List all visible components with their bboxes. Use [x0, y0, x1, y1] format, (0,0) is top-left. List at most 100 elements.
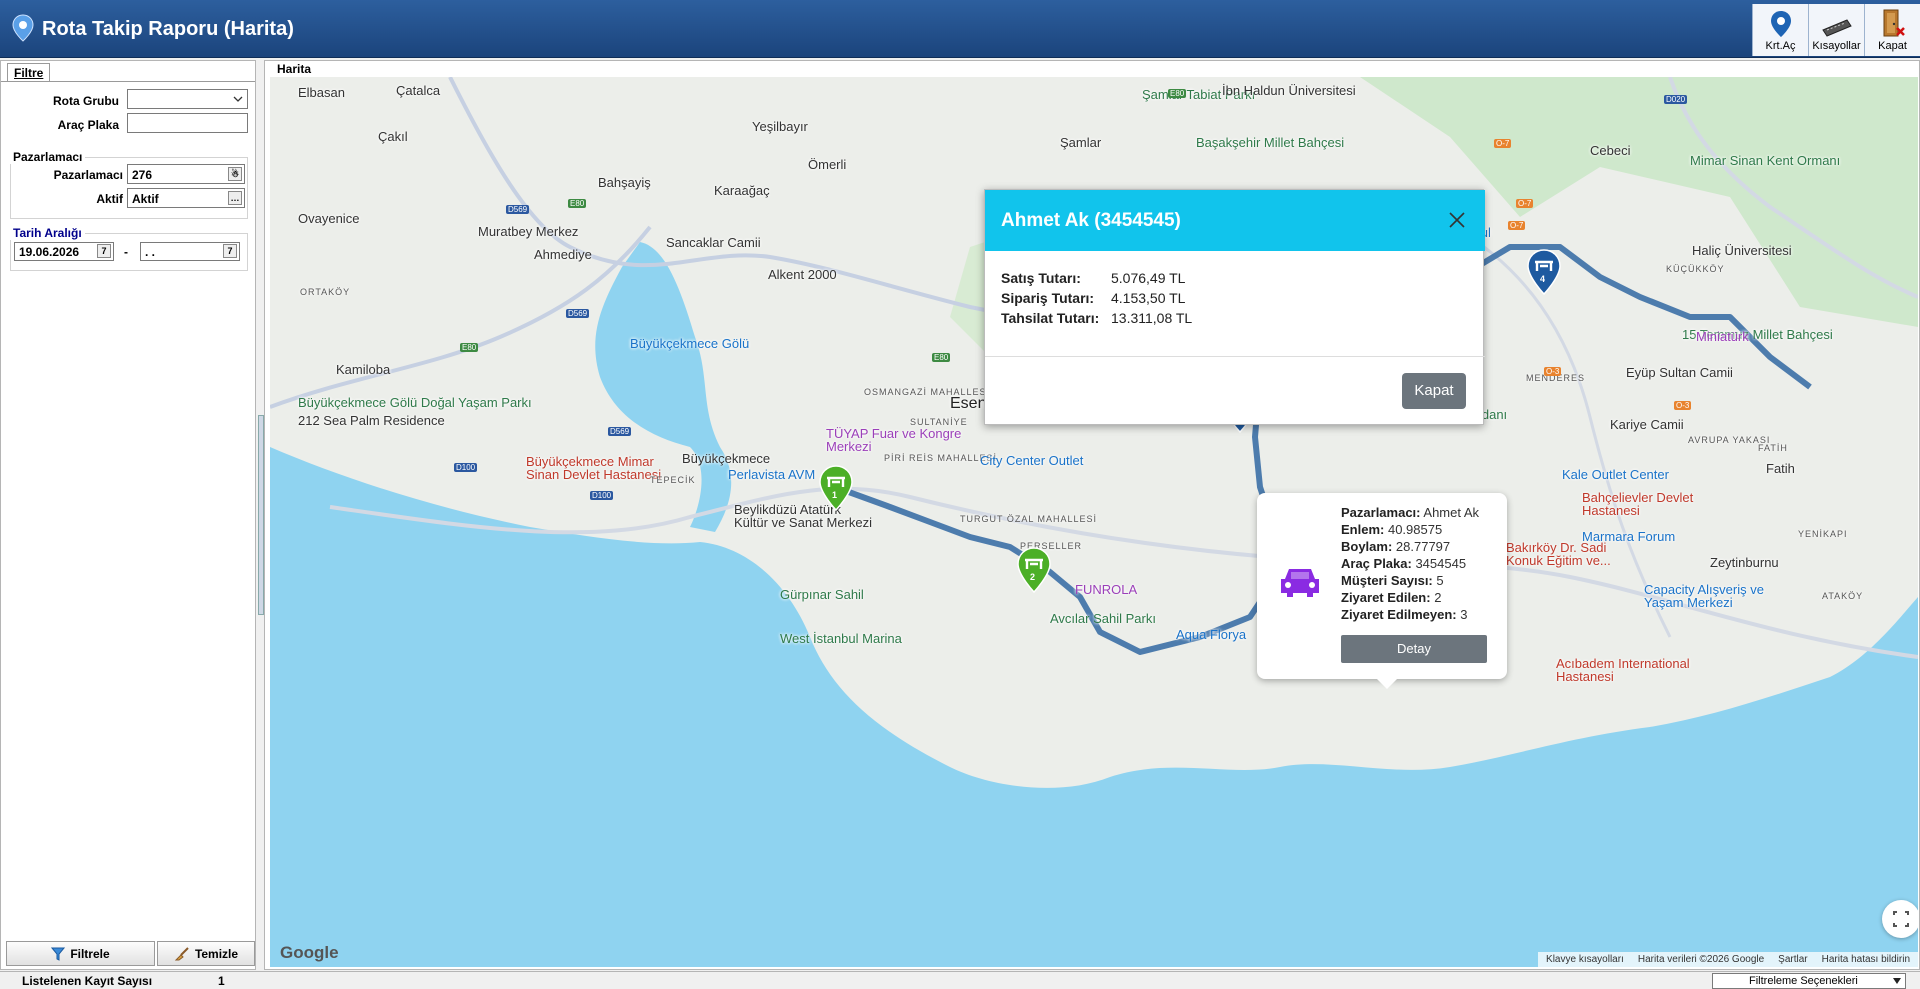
shortcuts-button[interactable]: Kısayollar — [1808, 4, 1864, 56]
marker-number: 1 — [832, 490, 838, 500]
close-app-button[interactable]: Kapat — [1864, 4, 1920, 56]
aktif-label: Aktif — [96, 192, 123, 206]
popup-label: Ziyaret Edilmeyen: — [1341, 607, 1457, 622]
toolbar: Krt.Aç Kısayollar Kapat — [1752, 4, 1920, 56]
recenter-button[interactable] — [1882, 900, 1918, 938]
app-map-pin-icon — [12, 14, 34, 45]
map-place-label: YENİKAPI — [1798, 529, 1848, 539]
attrib-shortcuts[interactable]: Klavye kısayolları — [1546, 954, 1624, 965]
map-place-label: Acıbadem International Hastanesi — [1556, 656, 1690, 684]
map-place-label: Büyükçekmece Mimar Sinan Devlet Hastanes… — [526, 454, 662, 482]
map-canvas[interactable]: Elbasan Çatalca Şamlar Tabiat Parkı İbn Hal… — [270, 77, 1918, 967]
aktif-input[interactable]: Aktif … — [127, 188, 245, 208]
popup-value: 3454545 — [1415, 556, 1467, 571]
open-map-label: Krt.Aç — [1765, 40, 1796, 52]
pazarlamaci-value: 276 — [132, 168, 153, 182]
pazarlamaci-label: Pazarlamacı — [53, 168, 123, 182]
map-place-label: Sancaklar Camii — [666, 235, 761, 250]
arac-plaka-label: Araç Plaka — [57, 118, 119, 132]
map-place-label: Mimar Sinan Kent Ormanı — [1690, 153, 1841, 168]
tab-filtre[interactable]: Filtre — [7, 63, 51, 81]
map-pin-icon — [1017, 547, 1051, 594]
road-shield: D569 — [608, 427, 632, 436]
detail-button[interactable]: Detay — [1341, 635, 1487, 663]
arac-plaka-input[interactable] — [127, 113, 248, 133]
person-lookup-icon[interactable]: ☃ — [228, 167, 242, 181]
popup-label: Boylam: — [1341, 539, 1393, 554]
tarih-start-input[interactable]: 19.06.2026 7 — [14, 242, 114, 261]
dialog-close-button[interactable]: Kapat — [1402, 373, 1466, 409]
filter-options-select[interactable]: Filtreleme Seçenekleri — [1712, 973, 1906, 989]
map-place-label: Bakırköy Dr. Sadi Konuk Eğitim ve... — [1506, 540, 1611, 568]
map-place-label: Bahçelievler Devlet Hastanesi — [1582, 490, 1694, 518]
chevron-down-icon — [1893, 978, 1901, 984]
title-bar: Rota Takip Raporu (Harita) Krt.Aç Kısayo… — [0, 0, 1920, 58]
road-shield: O-7 — [1494, 139, 1512, 148]
map-place-label: Bahşayiş — [598, 175, 651, 190]
collection-value: 13.311,08 TL — [1111, 310, 1193, 326]
temizle-button[interactable]: Temizle — [157, 941, 255, 966]
map-place-label: ORTAKÖY — [300, 287, 351, 297]
map-place-label: FUNROLA — [1075, 582, 1138, 597]
order-row: Sipariş Tutarı: 4.153,50 TL — [1001, 290, 1185, 306]
map-place-label: Büyükçekmece — [682, 451, 771, 466]
collection-label: Tahsilat Tutarı: — [1001, 310, 1100, 326]
car-icon — [1281, 569, 1319, 597]
google-logo: Google — [280, 943, 339, 962]
route-stop-marker[interactable]: 4 — [1526, 249, 1562, 298]
map-place-label: Çakıl — [378, 129, 408, 144]
collection-row: Tahsilat Tutarı: 13.311,08 TL — [1001, 310, 1192, 326]
page-title: Rota Takip Raporu (Harita) — [42, 18, 294, 40]
map-place-label: City Center Outlet — [980, 453, 1084, 468]
sales-value: 5.076,49 TL — [1111, 270, 1186, 286]
close-icon[interactable] — [1447, 210, 1467, 230]
map-place-label: Haliç Üniversitesi — [1692, 243, 1792, 258]
attrib-terms[interactable]: Şartlar — [1778, 954, 1807, 965]
pazarlamaci-input[interactable]: 276 ☃ — [127, 164, 245, 184]
popup-row: Boylam: 28.77797 — [1341, 539, 1450, 554]
map-place-label: TÜYAP Fuar ve Kongre Merkezi — [826, 426, 962, 454]
rota-grubu-select[interactable] — [127, 89, 248, 109]
dialog-title: Ahmet Ak (3454545) — [1001, 210, 1181, 231]
calendar-icon[interactable]: 7 — [223, 244, 237, 258]
filtrele-button[interactable]: Filtrele — [6, 941, 155, 966]
tab-divider — [1, 81, 255, 82]
map-place-label: Ahmediye — [534, 247, 592, 262]
attrib-report[interactable]: Harita hatası bildirin — [1822, 954, 1910, 965]
map-place-label: Elbasan — [298, 85, 345, 100]
popup-value: 40.98575 — [1387, 522, 1443, 537]
map-panel-label: Harita — [277, 62, 312, 76]
road-shield: D020 — [1664, 95, 1688, 104]
ellipsis-icon[interactable]: … — [228, 191, 242, 205]
popup-value: 2 — [1434, 590, 1442, 605]
map-place-label: İbn Haldun Üniversitesi — [1222, 83, 1356, 98]
map-pin-icon — [819, 465, 853, 512]
locate-icon — [1893, 911, 1909, 927]
map-place-label: Zeytinburnu — [1710, 555, 1779, 570]
road-shield: O-7 — [1508, 221, 1526, 230]
map-place-label: Şamlar — [1060, 135, 1102, 150]
map-place-label: Kale Outlet Center — [1562, 467, 1669, 482]
vehicle-popup: Pazarlamacı: Ahmet Ak Enlem: 40.98575 Bo… — [1257, 493, 1507, 689]
map-place-label: Fatih — [1766, 461, 1795, 476]
popup-label: Ziyaret Edilen: — [1341, 590, 1431, 605]
map-place-label: Muratbey Merkez — [478, 224, 579, 239]
road-shield: D569 — [566, 309, 590, 318]
sales-label: Satış Tutarı: — [1001, 270, 1081, 286]
order-value: 4.153,50 TL — [1111, 290, 1186, 306]
map-place-label: Aqua Florya — [1176, 627, 1247, 642]
popup-row: Enlem: 40.98575 — [1341, 522, 1442, 537]
map-place-label: KÜÇÜKKÖY — [1666, 264, 1725, 274]
tarih-end-input[interactable]: . . 7 — [140, 242, 240, 261]
map-place-label: Capacity Alışveriş ve Yaşam Merkezi — [1644, 582, 1764, 610]
route-stop-marker[interactable]: 2 — [1016, 547, 1052, 596]
calendar-icon[interactable]: 7 — [97, 244, 111, 258]
exit-door-icon — [1883, 9, 1905, 37]
open-map-button[interactable]: Krt.Aç — [1752, 4, 1808, 56]
status-bar: Listelenen Kayıt Sayısı 1 Filtreleme Seç… — [0, 971, 1920, 989]
map-attribution: Klavye kısayolları Harita verileri ©2026… — [1538, 952, 1918, 967]
map-place-label: Gürpınar Sahil — [780, 587, 864, 602]
map-place-label: Miniatürk — [1696, 329, 1749, 344]
route-stop-marker[interactable]: 1 — [818, 465, 854, 514]
map-place-label: Kamiloba — [336, 362, 391, 377]
